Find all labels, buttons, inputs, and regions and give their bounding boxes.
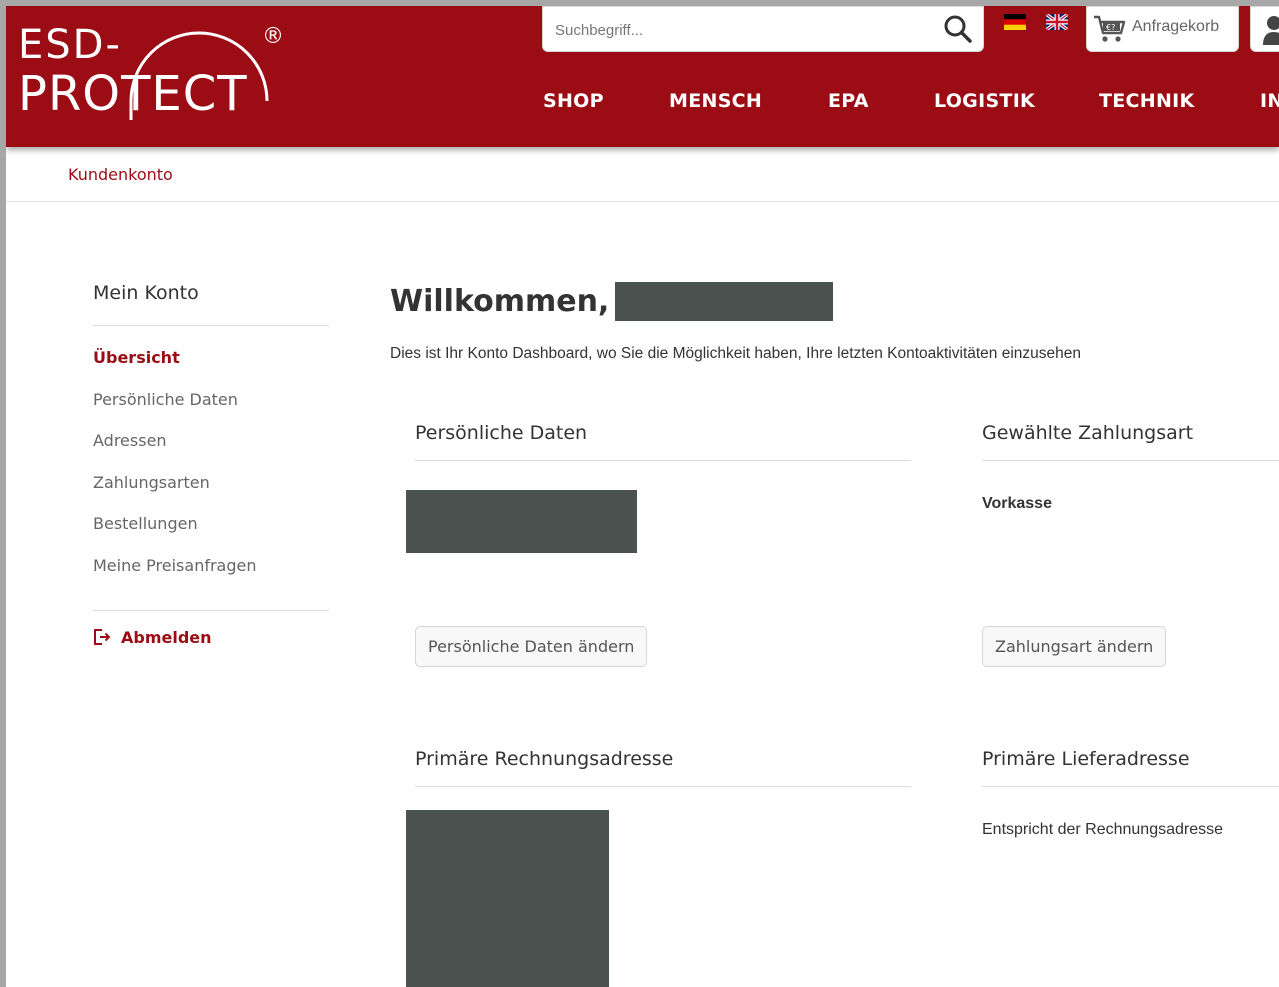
payment-method-value: Vorkasse	[982, 495, 1052, 512]
logo-text-line1: ESD-	[18, 22, 122, 68]
change-payment-button[interactable]: Zahlungsart ändern	[982, 626, 1167, 667]
registered-mark: ®	[262, 24, 284, 49]
account-sidebar: Mein Konto Übersicht Persönliche Daten A…	[93, 282, 329, 647]
sidebar-item-preisanfragen[interactable]: Meine Preisanfragen	[93, 556, 329, 598]
logout-link[interactable]: Abmelden	[93, 628, 329, 647]
redacted-username	[615, 282, 834, 321]
breadcrumb-bar: Kundenkonto	[6, 147, 1279, 202]
redacted-personal-data	[406, 490, 637, 553]
nav-item-technik[interactable]: TECHNIK	[1099, 90, 1195, 112]
cart-icon: €?	[1094, 15, 1126, 42]
sidebar-item-bestellungen[interactable]: Bestellungen	[93, 514, 329, 556]
svg-text:€?: €?	[1106, 23, 1115, 32]
sidebar-item-uebersicht[interactable]: Übersicht	[93, 348, 329, 390]
flag-de-icon[interactable]	[1004, 14, 1026, 30]
shipping-address-value: Entspricht der Rechnungsadresse	[982, 821, 1224, 838]
nav-item-mensch[interactable]: MENSCH	[669, 90, 762, 112]
redacted-billing-address	[406, 810, 609, 987]
sidebar-item-persoenliche-daten[interactable]: Persönliche Daten	[93, 390, 329, 432]
edit-personal-data-button[interactable]: Persönliche Daten ändern	[415, 626, 648, 667]
account-button[interactable]	[1250, 6, 1279, 52]
nav-item-logistik[interactable]: LOGISTIK	[934, 90, 1035, 112]
cart-label: Anfragekorb	[1132, 18, 1220, 35]
nav-item-more[interactable]: IN	[1260, 90, 1279, 112]
billing-address-title: Primäre Rechnungsadresse	[415, 748, 911, 787]
welcome-text: Willkommen,	[390, 284, 610, 319]
search-input[interactable]	[555, 17, 925, 43]
sidebar-item-zahlungsarten[interactable]: Zahlungsarten	[93, 473, 329, 515]
dashboard-intro: Dies ist Ihr Konto Dashboard, wo Sie die…	[390, 345, 1082, 362]
logo[interactable]: ESD- PROTECT ®	[18, 6, 288, 126]
sidebar-menu: Übersicht Persönliche Daten Adressen Zah…	[93, 326, 329, 611]
page-title: Willkommen,	[390, 282, 834, 321]
shipping-address-title: Primäre Lieferadresse	[982, 748, 1279, 787]
search-box	[542, 6, 984, 52]
logout-label: Abmelden	[121, 627, 212, 647]
payment-method-title: Gewählte Zahlungsart	[982, 422, 1279, 461]
user-icon	[1263, 16, 1279, 45]
logout-icon	[94, 629, 111, 646]
breadcrumb-kundenkonto[interactable]: Kundenkonto	[68, 165, 173, 184]
sidebar-title: Mein Konto	[93, 282, 329, 326]
cart-button[interactable]: €? Anfragekorb	[1086, 6, 1239, 52]
logo-text-line2: PROTECT	[18, 66, 248, 122]
search-icon[interactable]	[943, 14, 973, 48]
flag-uk-icon[interactable]	[1046, 14, 1068, 30]
personal-data-title: Persönliche Daten	[415, 422, 911, 461]
nav-item-shop[interactable]: SHOP	[543, 90, 604, 112]
site-header: ESD- PROTECT ® Suchbegriff... €? Anfrage…	[6, 6, 1279, 147]
sidebar-item-adressen[interactable]: Adressen	[93, 431, 329, 473]
page: ESD- PROTECT ® Suchbegriff... €? Anfrage…	[6, 6, 1279, 987]
nav-item-epa[interactable]: EPA	[828, 90, 869, 112]
